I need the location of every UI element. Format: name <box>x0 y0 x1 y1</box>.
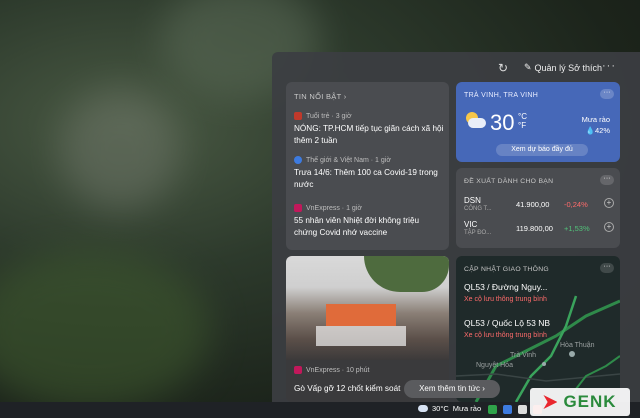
more-options-icon[interactable]: ··· <box>602 60 616 72</box>
cloud-icon <box>418 405 428 412</box>
news-title: 55 nhân viên Nhiệt đời không triệu chứng… <box>294 216 420 237</box>
add-stock-icon[interactable]: + <box>604 198 614 208</box>
news-source: Tuổi trẻ · 3 giờ <box>294 112 444 120</box>
news-item[interactable]: VnExpress · 1 giờ 55 nhân viên Nhiệt đời… <box>294 204 444 239</box>
see-more-news-button[interactable]: Xem thêm tin tức › <box>404 380 500 398</box>
taskbar-temp: 30°C <box>432 404 449 413</box>
map-label: Trà Vinh <box>510 352 537 359</box>
news-source: VnExpress · 10 phút <box>294 366 369 374</box>
map-label: Hòa Thuận <box>560 342 595 349</box>
manage-interests-button[interactable]: ✎ Quản lý Sở thích <box>524 62 602 73</box>
partly-cloudy-icon <box>464 112 486 130</box>
stock-change: +1,53% <box>564 224 590 233</box>
publisher-icon <box>294 156 302 164</box>
taskbar-condition: Mưa rào <box>452 404 482 413</box>
full-forecast-button[interactable]: Xem dự báo đầy đủ <box>496 144 588 156</box>
publisher-icon <box>294 204 302 212</box>
stock-company: CÔNG T... <box>464 206 492 212</box>
weather-condition: Mưa rào 💧42% <box>581 115 610 135</box>
desktop-leaf <box>0 250 210 410</box>
taskbar-weather-widget[interactable]: 30°C Mưa rào <box>418 404 481 413</box>
stock-company: TẬP ĐO... <box>464 230 492 236</box>
stock-price: 119.800,00 <box>516 224 553 233</box>
publisher-icon <box>294 366 302 374</box>
traffic-header: CẬP NHẬT GIAO THÔNG <box>464 266 550 273</box>
desktop-leaf <box>60 90 180 210</box>
stock-symbol: DSN <box>464 196 481 205</box>
stocks-card: ĐỀ XUẤT DÀNH CHO BẠN ··· DSN CÔNG T... 4… <box>456 168 620 248</box>
news-item[interactable]: Thế giới & Việt Nam · 1 giờ Trưa 14/6: T… <box>294 156 444 191</box>
manage-interests-label: Quản lý Sở thích <box>534 62 602 73</box>
weather-location: TRÀ VINH, TRA VINH <box>464 92 539 99</box>
stock-symbol: VIC <box>464 220 478 229</box>
add-stock-icon[interactable]: + <box>604 222 614 232</box>
tray-app-icon[interactable] <box>503 405 512 414</box>
publisher-icon <box>294 112 302 120</box>
route-status: Xe cộ lưu thông trung bình <box>464 296 547 303</box>
tray-app-icon[interactable] <box>488 405 497 414</box>
news-title: Trưa 14/6: Thêm 100 ca Covid-19 trong nư… <box>294 168 438 189</box>
genk-logo-icon <box>543 395 558 409</box>
top-news-header[interactable]: TIN NỔI BẬT › <box>294 92 347 101</box>
news-source: Thế giới & Việt Nam · 1 giờ <box>294 156 444 164</box>
route-name: QL53 / Đường Nguy... <box>464 282 548 292</box>
traffic-more-icon[interactable]: ··· <box>600 263 614 273</box>
top-news-card: TIN NỔI BẬT › Tuổi trẻ · 3 giờ NÓNG: TP.… <box>286 82 449 250</box>
weather-temp: 30 <box>490 110 515 135</box>
refresh-icon[interactable]: ↻ <box>498 61 508 75</box>
genk-logo: GENK <box>530 388 630 416</box>
stocks-header: ĐỀ XUẤT DÀNH CHO BẠN <box>464 178 554 185</box>
news-photo <box>286 256 449 360</box>
weather-more-icon[interactable]: ··· <box>600 89 614 99</box>
genk-logo-text: GENK <box>563 392 617 411</box>
news-item[interactable]: Tuổi trẻ · 3 giờ NÓNG: TP.HCM tiếp tục g… <box>294 112 444 147</box>
tray-app-icon[interactable] <box>518 405 527 414</box>
route-status: Xe cộ lưu thông trung bình <box>464 332 547 339</box>
weather-card[interactable]: TRÀ VINH, TRA VINH ··· 30 °C °F Mưa rào 💧4… <box>456 82 620 162</box>
map-label: Nguyệt Hóa <box>476 362 513 369</box>
news-title: NÓNG: TP.HCM tiếp tục giãn cách xã hội t… <box>294 124 444 145</box>
route-name: QL53 / Quốc Lộ 53 NB <box>464 318 550 328</box>
news-source: VnExpress · 1 giờ <box>294 204 444 212</box>
stocks-more-icon[interactable]: ··· <box>600 175 614 185</box>
news-and-interests-panel: ↻ ✎ Quản lý Sở thích ··· TIN NỔI BẬT › T… <box>272 52 640 402</box>
stock-row[interactable]: DSN CÔNG T... 41.900,00 -0,24% + <box>464 196 614 218</box>
temp-unit-toggle[interactable]: °C °F <box>518 112 527 130</box>
edit-icon: ✎ <box>524 62 532 72</box>
stock-price: 41.900,00 <box>516 200 550 209</box>
stock-row[interactable]: VIC TẬP ĐO... 119.800,00 +1,53% + <box>464 220 614 242</box>
panel-topbar: ↻ ✎ Quản lý Sở thích ··· <box>272 52 640 84</box>
stock-change: -0,24% <box>564 200 588 209</box>
